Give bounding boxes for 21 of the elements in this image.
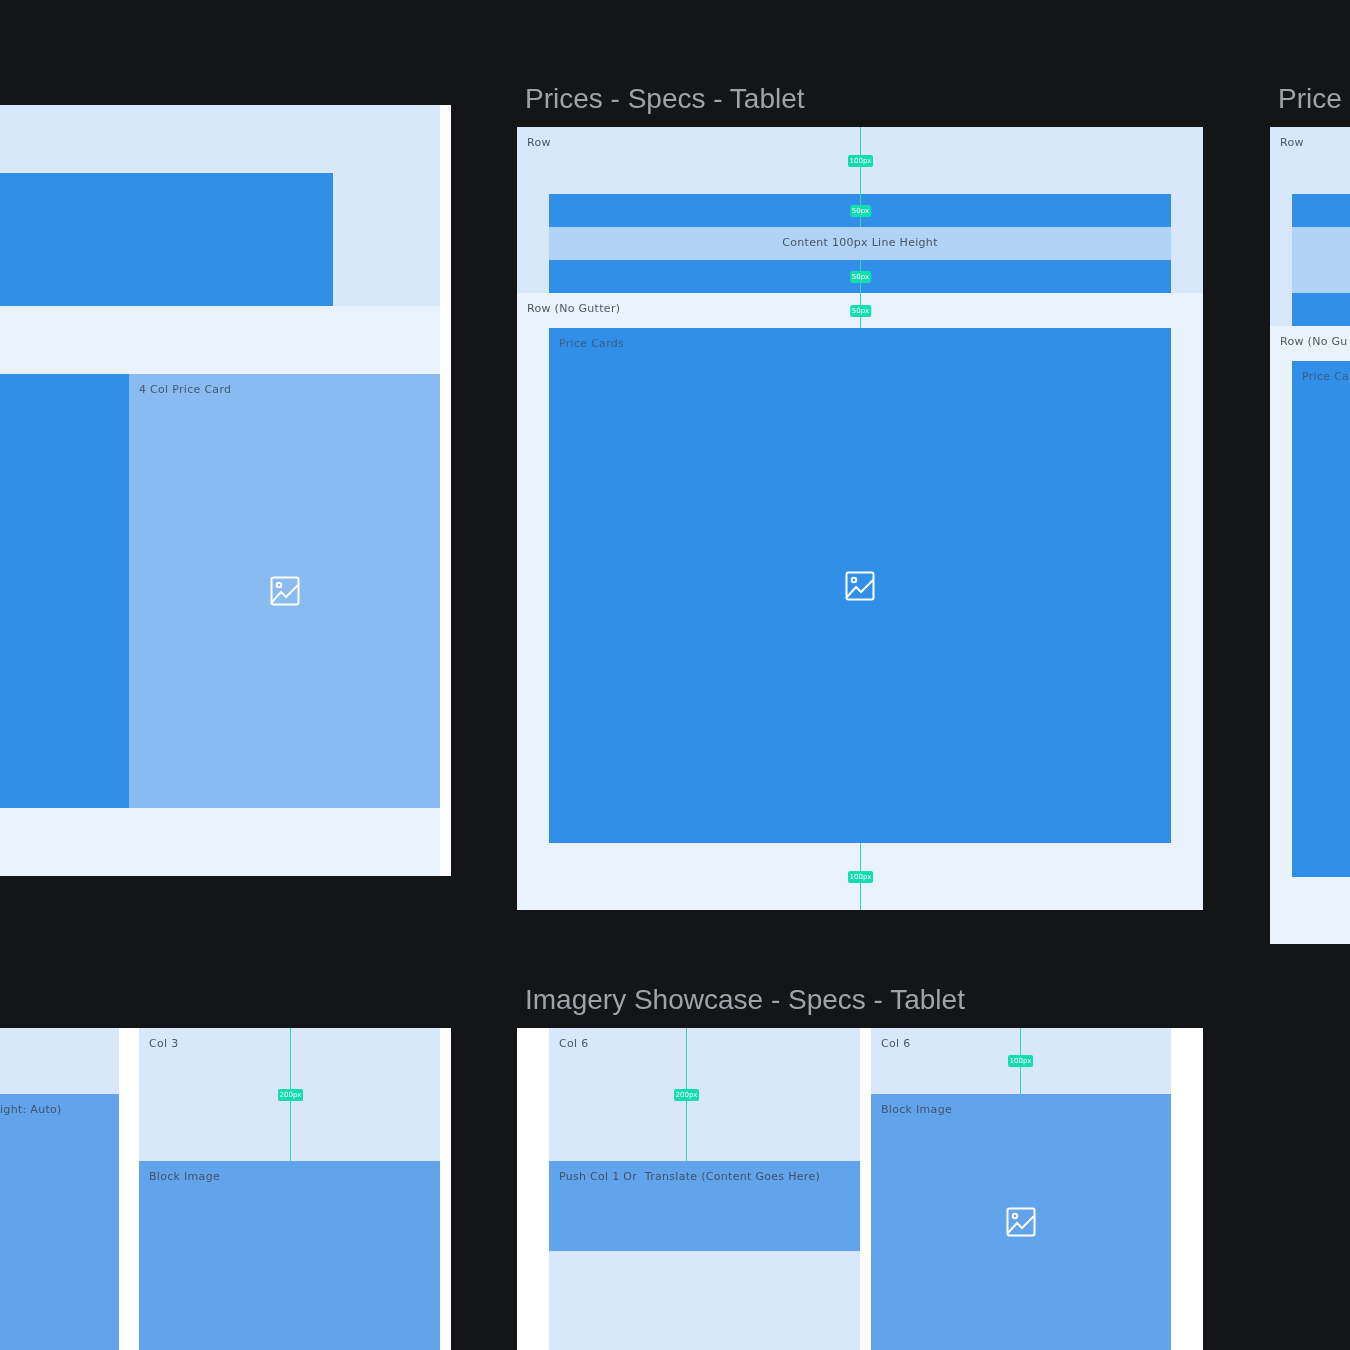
- block-label: Col 6: [559, 1037, 589, 1050]
- block-label: Col 6: [881, 1037, 911, 1050]
- block-label: Row: [527, 136, 551, 149]
- block-label: Block Image: [881, 1103, 952, 1116]
- artboard-title: Prices - Specs - Tablet: [525, 83, 805, 115]
- block-label: Block Image: [149, 1170, 220, 1183]
- block-label: Price Ca: [1302, 370, 1350, 383]
- block-label: Content 100px Line Height: [781, 236, 939, 249]
- block-label: Price Cards: [559, 337, 625, 350]
- layout-block: [1292, 293, 1350, 326]
- block-label: Col 3: [149, 1037, 179, 1050]
- artboard-title: Price: [1278, 83, 1342, 115]
- content-band: [1292, 227, 1350, 293]
- layout-block: [1292, 194, 1350, 227]
- block-label: ight: Auto): [0, 1103, 62, 1116]
- block-label: Row (No Gutter): [527, 302, 621, 315]
- block-label: Push Col 1 Or Translate (Content Goes Here): [559, 1170, 821, 1183]
- artboard-title: Imagery Showcase - Specs - Tablet: [525, 984, 965, 1016]
- block-label: 4 Col Price Card: [139, 383, 232, 396]
- block-label: Row (No Gu: [1280, 335, 1348, 348]
- block-label: Row: [1280, 136, 1304, 149]
